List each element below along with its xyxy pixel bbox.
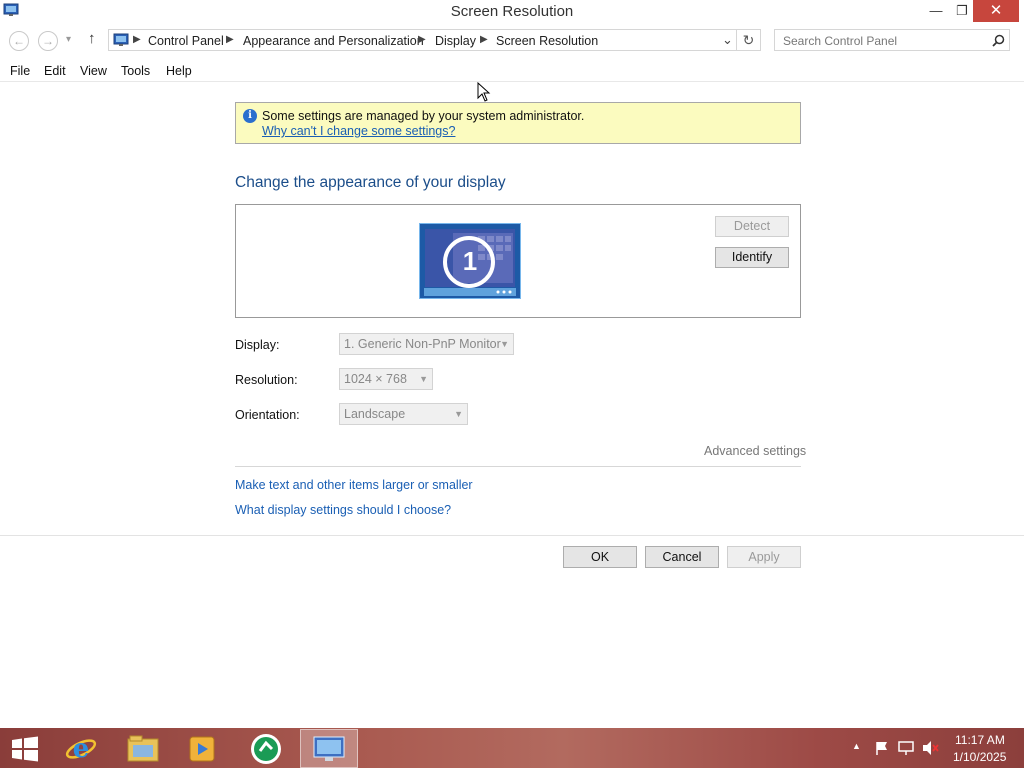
monitor-1-preview[interactable]: 1 xyxy=(419,223,521,299)
divider xyxy=(0,535,1024,536)
clock-time[interactable]: 11:17 AM xyxy=(955,733,1005,747)
breadcrumb-separator-icon[interactable]: ▶ xyxy=(418,34,426,45)
identify-button[interactable]: Identify xyxy=(715,247,789,268)
chevron-down-icon: ▼ xyxy=(500,339,509,349)
search-placeholder: Search Control Panel xyxy=(783,34,898,48)
orientation-select[interactable]: Landscape ▼ xyxy=(339,403,468,425)
media-player-icon[interactable] xyxy=(188,734,218,764)
breadcrumb-appearance[interactable]: Appearance and Personalization xyxy=(243,34,424,48)
mouse-cursor-icon xyxy=(477,82,491,102)
text-size-link[interactable]: Make text and other items larger or smal… xyxy=(235,478,473,492)
menu-file[interactable]: File xyxy=(10,64,30,78)
why-cant-change-link[interactable]: Why can't I change some settings? xyxy=(262,124,455,138)
ok-button[interactable]: OK xyxy=(563,546,637,568)
back-button[interactable]: ← xyxy=(9,31,29,51)
menu-tools[interactable]: Tools xyxy=(121,64,150,78)
page-title: Change the appearance of your display xyxy=(235,174,506,191)
menu-bar: File Edit View Tools Help xyxy=(0,61,1024,82)
admin-info-bar: i Some settings are managed by your syst… xyxy=(235,102,801,144)
recent-locations-button[interactable]: ▾ xyxy=(66,34,71,45)
search-input[interactable]: Search Control Panel xyxy=(774,29,1010,51)
address-dropdown-icon[interactable]: ⌄ xyxy=(722,32,733,48)
taskbar-active-item[interactable] xyxy=(300,729,358,768)
chevron-down-icon: ▼ xyxy=(419,374,428,384)
orientation-select-value: Landscape xyxy=(344,407,406,421)
advanced-settings-link[interactable]: Advanced settings xyxy=(704,444,806,458)
refresh-button[interactable]: ↻ xyxy=(737,29,761,51)
search-icon[interactable] xyxy=(992,34,1005,47)
network-icon[interactable] xyxy=(897,740,915,756)
start-icon[interactable] xyxy=(11,736,39,762)
breadcrumb-separator-icon[interactable]: ▶ xyxy=(480,34,488,45)
menu-view[interactable]: View xyxy=(80,64,107,78)
breadcrumb-display[interactable]: Display xyxy=(435,34,476,48)
up-button[interactable]: ↑ xyxy=(88,30,96,47)
monitor-number: 1 xyxy=(462,246,478,276)
info-icon: i xyxy=(243,109,257,123)
orientation-label: Orientation: xyxy=(235,408,300,422)
address-bar[interactable]: ▶ Control Panel ▶ Appearance and Persona… xyxy=(108,29,737,51)
breadcrumb-screen-resolution[interactable]: Screen Resolution xyxy=(496,34,598,48)
display-select[interactable]: 1. Generic Non-PnP Monitor ▼ xyxy=(339,333,514,355)
close-button[interactable]: ✕ xyxy=(973,0,1019,22)
forward-button[interactable]: → xyxy=(38,31,58,51)
detect-button[interactable]: Detect xyxy=(715,216,789,237)
title-bar: Screen Resolution — ❐ ✕ xyxy=(0,0,1024,22)
display-preview-panel: 1 Detect Identify xyxy=(235,204,801,318)
resolution-label: Resolution: xyxy=(235,373,298,387)
internet-explorer-icon[interactable]: e xyxy=(65,733,97,765)
display-select-value: 1. Generic Non-PnP Monitor xyxy=(344,337,501,351)
menu-help[interactable]: Help xyxy=(166,64,192,78)
window-title: Screen Resolution xyxy=(450,3,574,20)
control-panel-icon xyxy=(113,33,129,46)
resolution-select[interactable]: 1024 × 768 ▼ xyxy=(339,368,433,390)
breadcrumb-control-panel[interactable]: Control Panel xyxy=(148,34,224,48)
display-label: Display: xyxy=(235,338,280,352)
info-message: Some settings are managed by your system… xyxy=(262,109,585,123)
breadcrumb-separator-icon[interactable]: ▶ xyxy=(133,34,141,45)
chevron-down-icon: ▼ xyxy=(454,409,463,419)
action-center-flag-icon[interactable] xyxy=(874,740,890,756)
cancel-button[interactable]: Cancel xyxy=(645,546,719,568)
clock-date[interactable]: 1/10/2025 xyxy=(953,750,1006,764)
show-hidden-icons-icon[interactable]: ▲ xyxy=(852,741,861,751)
display-settings-help-link[interactable]: What display settings should I choose? xyxy=(235,503,451,517)
divider xyxy=(235,466,801,467)
breadcrumb-separator-icon[interactable]: ▶ xyxy=(226,34,234,45)
volume-muted-icon[interactable] xyxy=(921,740,939,756)
file-explorer-icon[interactable] xyxy=(127,735,159,763)
apply-button[interactable]: Apply xyxy=(727,546,801,568)
app-icon[interactable] xyxy=(250,733,282,765)
resolution-select-value: 1024 × 768 xyxy=(344,372,407,386)
screen-resolution-icon xyxy=(313,736,345,761)
menu-edit[interactable]: Edit xyxy=(44,64,66,78)
svg-text:e: e xyxy=(73,734,90,764)
